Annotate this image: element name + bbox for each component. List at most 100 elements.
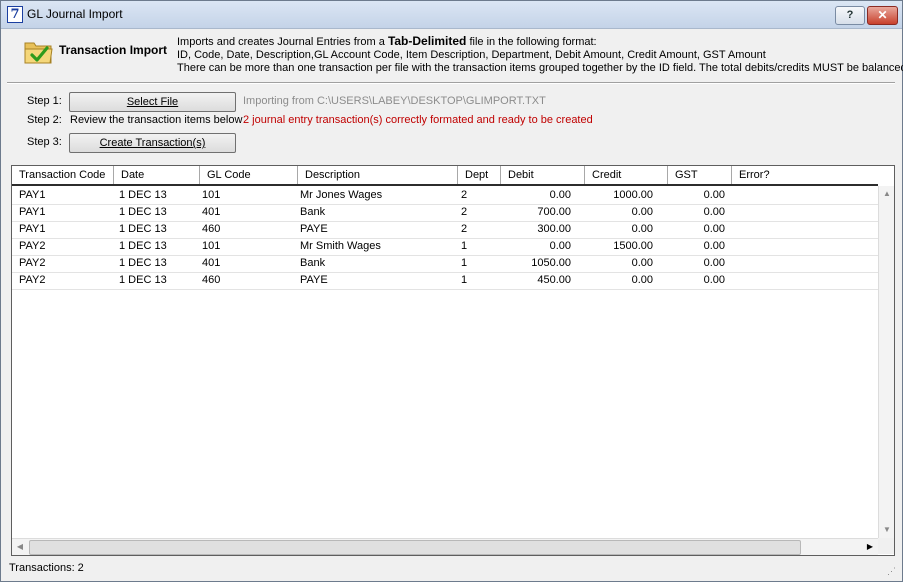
cell-error — [739, 187, 869, 204]
cell-error — [739, 238, 869, 255]
cell-dept: 2 — [461, 189, 468, 201]
cell-credit: 0.00 — [631, 257, 653, 269]
cell-debit: 700.00 — [537, 206, 571, 218]
cell-debit: 0.00 — [549, 189, 571, 201]
cell-description: PAYE — [300, 274, 328, 286]
cell-gl-code: 401 — [202, 257, 221, 269]
description-line-1: Imports and creates Journal Entries from… — [177, 34, 597, 49]
cell-gl-code: 460 — [202, 274, 221, 286]
gl-journal-import-window: 7 GL Journal Import ? ✕ Transaction Impo… — [0, 0, 903, 582]
cell-gl-code: 101 — [202, 189, 221, 201]
review-instruction: Review the transaction items below — [70, 114, 243, 126]
column-header-gst[interactable]: GST — [668, 166, 732, 184]
folder-check-icon — [24, 42, 53, 64]
window-title: GL Journal Import — [27, 7, 123, 21]
cell-debit: 1050.00 — [531, 257, 571, 269]
description-line-2: ID, Code, Date, Description,GL Account C… — [177, 49, 766, 61]
cell-description: Bank — [300, 257, 326, 269]
horizontal-scrollbar[interactable]: ◀ ▶ — [12, 538, 878, 555]
cell-dept: 1 — [461, 240, 468, 252]
column-header-debit[interactable]: Debit — [501, 166, 585, 184]
cell-error — [739, 204, 869, 221]
resize-grip-icon[interactable]: ⋰ — [887, 566, 899, 578]
cell-transaction-code: PAY1 — [19, 189, 46, 201]
cell-credit: 0.00 — [631, 274, 653, 286]
create-transactions-button[interactable]: Create Transaction(s) — [69, 133, 236, 153]
cell-date: 1 DEC 13 — [119, 189, 167, 201]
page-title: Transaction Import — [59, 43, 168, 57]
cell-description: Bank — [300, 206, 326, 218]
table-row[interactable]: PAY1 1 DEC 13 101 Mr Jones Wages 2 0.00 1000.0… — [12, 187, 878, 205]
cell-dept: 1 — [461, 274, 468, 286]
cell-gst: 0.00 — [703, 189, 725, 201]
description-line-3: There can be more than one transaction p… — [177, 62, 903, 74]
column-header-dept[interactable]: Dept — [458, 166, 501, 184]
transactions-grid[interactable]: Transaction Code Date GL Code Descriptio… — [11, 165, 895, 556]
column-header-gl-code[interactable]: GL Code — [200, 166, 298, 184]
cell-debit: 0.00 — [549, 240, 571, 252]
cell-date: 1 DEC 13 — [119, 206, 167, 218]
cell-date: 1 DEC 13 — [119, 257, 167, 269]
table-row[interactable]: PAY2 1 DEC 13 401 Bank 1 1050.00 0.00 0.00 — [12, 255, 878, 273]
table-row[interactable]: PAY2 1 DEC 13 460 PAYE 1 450.00 0.00 0.00 — [12, 272, 878, 290]
cell-dept: 2 — [461, 206, 468, 218]
scrollbar-corner — [878, 538, 894, 554]
cell-date: 1 DEC 13 — [119, 223, 167, 235]
cell-transaction-code: PAY2 — [19, 257, 46, 269]
cell-description: PAYE — [300, 223, 328, 235]
status-bar-text: Transactions: 2 — [9, 562, 84, 574]
scroll-left-arrow-icon[interactable]: ◀ — [12, 539, 28, 555]
step3-label: Step 3: — [27, 136, 62, 148]
cell-credit: 1500.00 — [613, 240, 653, 252]
cell-gst: 0.00 — [703, 257, 725, 269]
step2-label: Step 2: — [27, 114, 62, 126]
column-header-description[interactable]: Description — [298, 166, 458, 184]
scroll-down-arrow-icon[interactable]: ▼ — [879, 522, 894, 538]
cell-transaction-code: PAY2 — [19, 274, 46, 286]
cell-gl-code: 101 — [202, 240, 221, 252]
cell-gst: 0.00 — [703, 206, 725, 218]
step1-label: Step 1: — [27, 95, 62, 107]
cell-debit: 450.00 — [537, 274, 571, 286]
close-button[interactable]: ✕ — [867, 6, 898, 25]
column-header-credit[interactable]: Credit — [585, 166, 668, 184]
cell-gst: 0.00 — [703, 223, 725, 235]
title-bar[interactable]: 7 GL Journal Import ? ✕ — [1, 1, 902, 29]
scroll-up-arrow-icon[interactable]: ▲ — [879, 186, 894, 202]
table-row[interactable]: PAY1 1 DEC 13 460 PAYE 2 300.00 0.00 0.00 — [12, 221, 878, 239]
table-row[interactable]: PAY1 1 DEC 13 401 Bank 2 700.00 0.00 0.00 — [12, 204, 878, 222]
cell-credit: 1000.00 — [613, 189, 653, 201]
cell-error — [739, 255, 869, 272]
grid-header: Transaction Code Date GL Code Descriptio… — [12, 166, 878, 186]
cell-dept: 1 — [461, 257, 468, 269]
table-row[interactable]: PAY2 1 DEC 13 101 Mr Smith Wages 1 0.00 1500.0… — [12, 238, 878, 256]
import-path-text: Importing from C:\USERS\LABEY\DESKTOP\GL… — [243, 95, 546, 107]
scroll-right-arrow-icon[interactable]: ▶ — [862, 539, 878, 555]
cell-transaction-code: PAY2 — [19, 240, 46, 252]
column-header-date[interactable]: Date — [114, 166, 200, 184]
cell-description: Mr Smith Wages — [300, 240, 381, 252]
column-header-error[interactable]: Error? — [732, 166, 878, 184]
column-header-transaction-code[interactable]: Transaction Code — [12, 166, 114, 184]
cell-gst: 0.00 — [703, 240, 725, 252]
cell-gl-code: 401 — [202, 206, 221, 218]
cell-credit: 0.00 — [631, 223, 653, 235]
format-description: Imports and creates Journal Entries from… — [177, 35, 903, 75]
vertical-scrollbar[interactable]: ▲ ▼ — [878, 186, 894, 538]
horizontal-scroll-thumb[interactable] — [29, 540, 801, 555]
cell-date: 1 DEC 13 — [119, 274, 167, 286]
cell-description: Mr Jones Wages — [300, 189, 383, 201]
validation-status-text: 2 journal entry transaction(s) correctly… — [243, 114, 593, 126]
cell-transaction-code: PAY1 — [19, 223, 46, 235]
cell-gst: 0.00 — [703, 274, 725, 286]
app-logo-icon: 7 — [7, 6, 23, 23]
select-file-button[interactable]: Select File — [69, 92, 236, 112]
help-button[interactable]: ? — [835, 6, 865, 25]
cell-credit: 0.00 — [631, 206, 653, 218]
cell-gl-code: 460 — [202, 223, 221, 235]
cell-error — [739, 221, 869, 238]
cell-date: 1 DEC 13 — [119, 240, 167, 252]
cell-error — [739, 272, 869, 289]
cell-dept: 2 — [461, 223, 468, 235]
cell-debit: 300.00 — [537, 223, 571, 235]
